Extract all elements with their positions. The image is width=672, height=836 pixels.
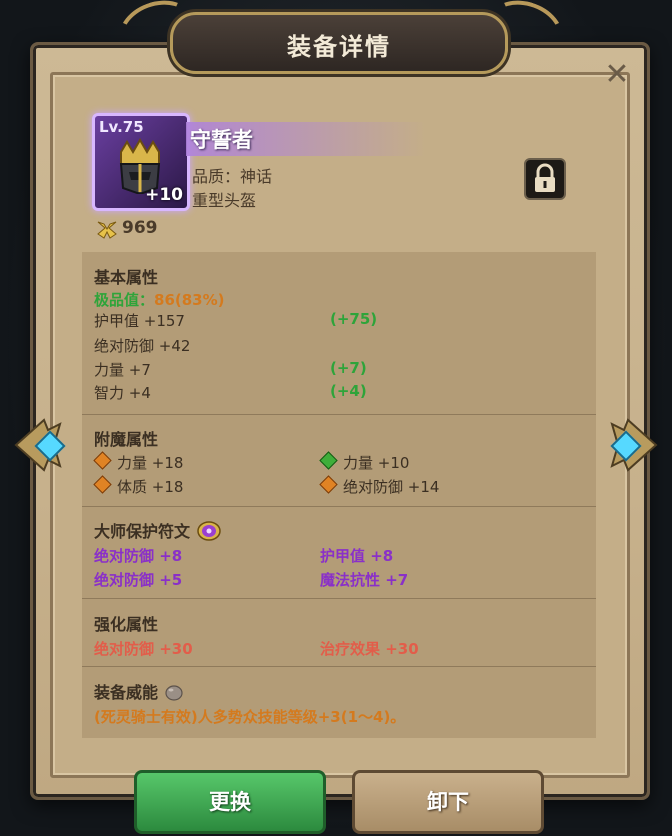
rating-label: 极品值： — [94, 291, 155, 309]
basic-stat-bonus: (+7) — [330, 359, 367, 377]
rune-stat: 绝对防御 +5 — [94, 571, 183, 589]
basic-stat-label: 智力 +4 — [94, 384, 151, 402]
rating-row: 极品值：86(83%) — [94, 289, 225, 310]
basic-stat-bonus: (+75) — [330, 310, 378, 328]
strengthen-stat: 绝对防御 +30 — [94, 640, 193, 658]
rune-stat: 护甲值 +8 — [320, 547, 394, 565]
item-power: 969 — [122, 218, 158, 238]
section-title-rune: 大师保护符文 — [94, 518, 222, 542]
item-icon-frame[interactable]: Lv.75 +10 — [92, 113, 190, 211]
window-title: 装备详情 — [287, 33, 391, 61]
left-page-arrow[interactable] — [14, 410, 84, 480]
replace-button[interactable]: 更换 — [134, 770, 326, 834]
section-title-strengthen: 强化属性 — [94, 615, 159, 634]
divider — [82, 506, 596, 507]
item-quality: 品质：神话 — [192, 167, 273, 186]
green-gem-icon — [319, 451, 338, 470]
divider — [82, 414, 596, 415]
orange-gem-icon — [319, 475, 338, 494]
lock-icon[interactable] — [524, 158, 566, 200]
section-title-enchant: 附魔属性 — [94, 430, 159, 449]
strengthen-stat: 治疗效果 +30 — [320, 640, 419, 658]
divider — [82, 598, 596, 599]
title-banner: 装备详情 — [170, 12, 508, 74]
section-title-basic: 基本属性 — [94, 268, 159, 287]
orange-gem-icon — [93, 475, 112, 494]
power-icon — [97, 221, 117, 239]
right-page-arrow[interactable] — [588, 410, 658, 480]
rune-stat: 绝对防御 +8 — [94, 547, 183, 565]
rune-icon[interactable] — [196, 520, 222, 542]
item-level: Lv.75 — [99, 118, 144, 136]
rune-stat: 魔法抗性 +7 — [320, 571, 409, 589]
item-type: 重型头盔 — [192, 191, 257, 210]
section-title-power-skill: 装备威能 — [94, 679, 184, 703]
power-skill-text: (死灵骑士有效)人多势众技能等级+3(1～4)。 — [94, 708, 406, 726]
enchant-stat: 绝对防御 +14 — [319, 475, 439, 497]
unequip-button[interactable]: 卸下 — [352, 770, 544, 834]
enchant-stat: 力量 +18 — [93, 451, 183, 473]
stone-icon[interactable] — [164, 682, 184, 702]
enchant-stat: 体质 +18 — [93, 475, 183, 497]
divider — [82, 666, 596, 667]
item-enhance-level: +10 — [145, 185, 183, 205]
item-name: 守誓者 — [190, 128, 253, 152]
orange-gem-icon — [93, 451, 112, 470]
basic-stat-bonus: (+4) — [330, 382, 367, 400]
basic-stat-label: 护甲值 +157 — [94, 312, 185, 330]
basic-stat-label: 力量 +7 — [94, 361, 151, 379]
close-icon[interactable]: ✕ — [600, 58, 634, 92]
rating-value: 86(83%) — [154, 291, 225, 309]
basic-stat-label: 绝对防御 +42 — [94, 337, 191, 355]
enchant-stat: 力量 +10 — [319, 451, 409, 473]
